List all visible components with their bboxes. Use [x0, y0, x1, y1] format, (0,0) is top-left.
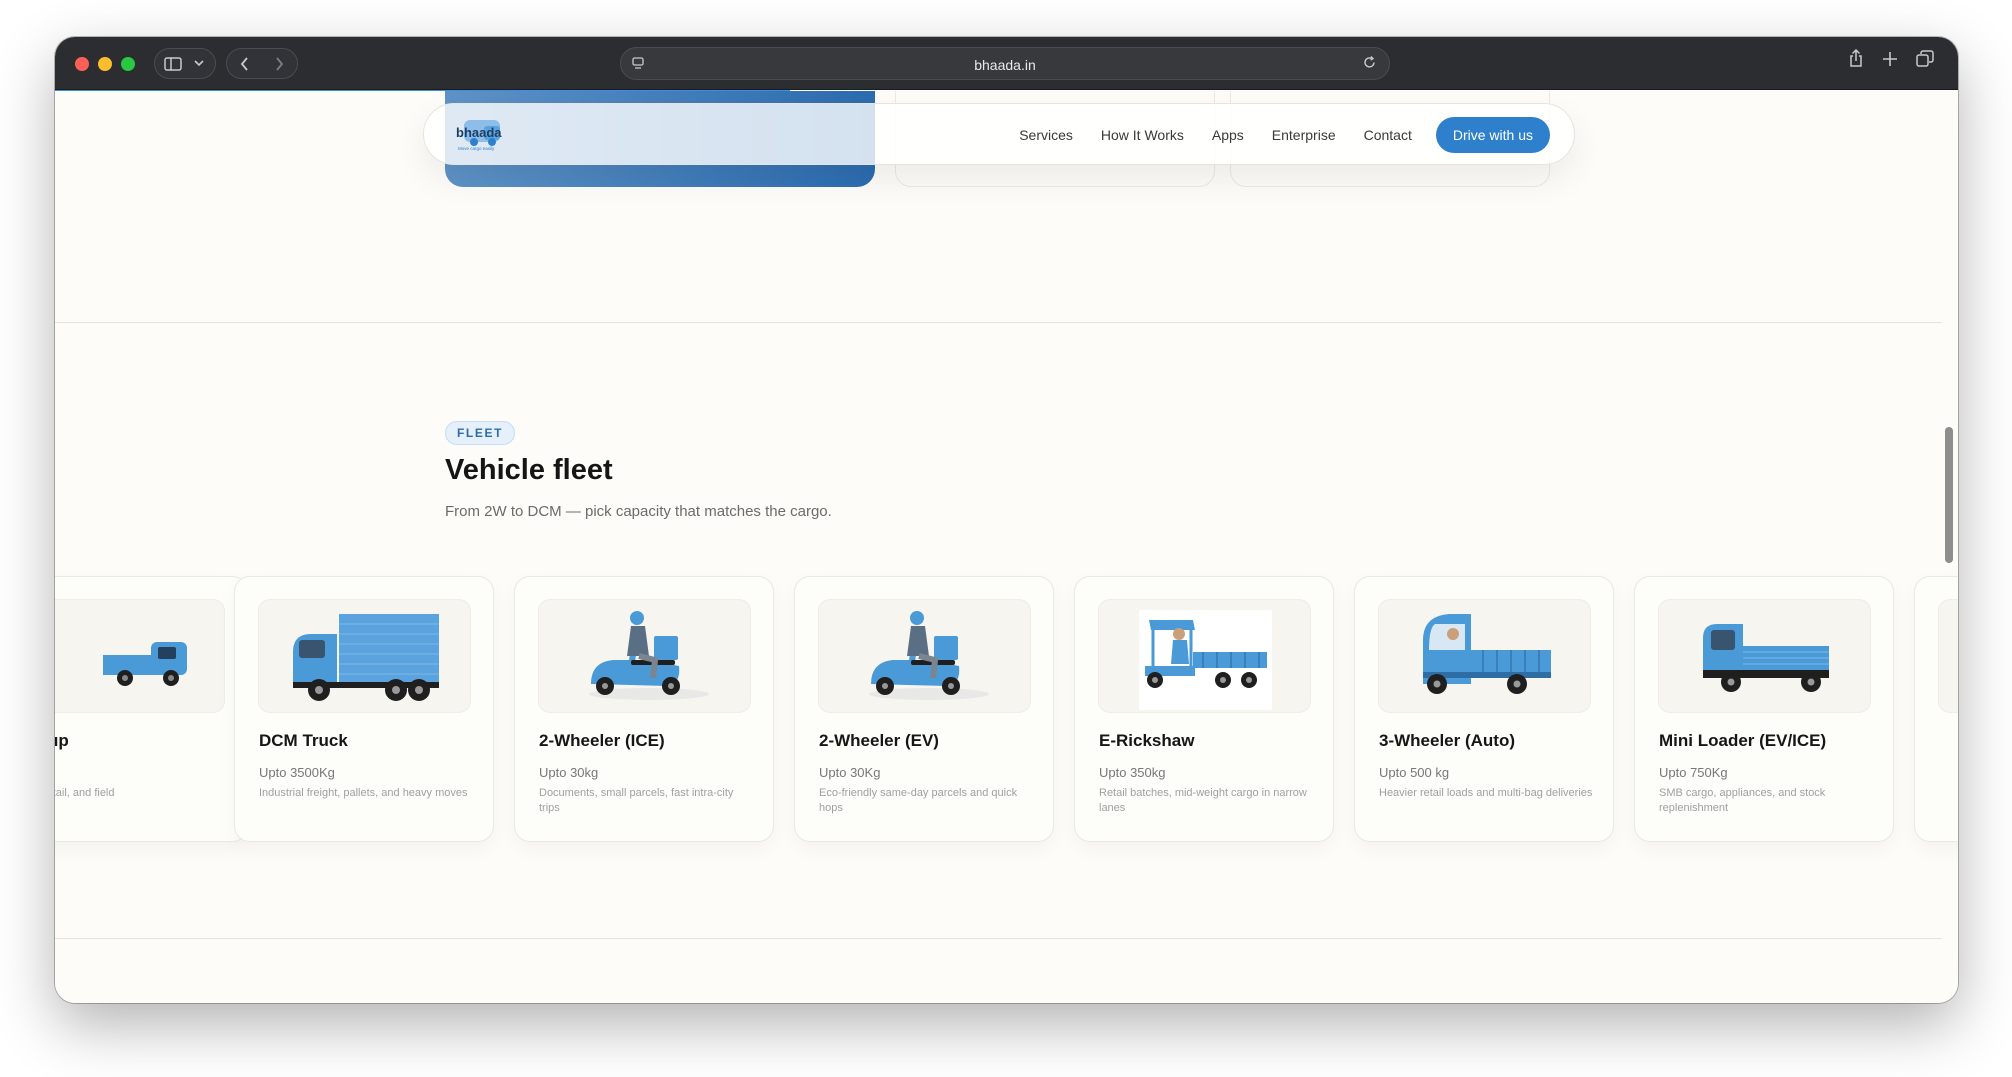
section-badge: FLEET [445, 421, 515, 445]
minimize-window-button[interactable] [98, 57, 112, 71]
nav-apps[interactable]: Apps [1212, 127, 1244, 143]
ev-scooter-icon [869, 611, 989, 700]
zoom-window-button[interactable] [121, 57, 135, 71]
title-bar: bhaada.in [55, 37, 1958, 90]
vehicle-image [1098, 599, 1311, 713]
section-divider [55, 322, 1942, 323]
bhaada-logo[interactable]: bhaada Move cargo easily [454, 118, 504, 152]
nav-services[interactable]: Services [1019, 127, 1073, 143]
vehicle-card-dcm-truck[interactable]: DCM Truck Upto 3500Kg Industrial freight… [234, 576, 494, 842]
back-icon[interactable] [240, 56, 249, 71]
page-viewport: bhaada Move cargo easily Services How It… [55, 91, 1958, 1003]
svg-text:Move cargo easily: Move cargo easily [458, 146, 495, 151]
e-rickshaw-icon [1139, 610, 1272, 710]
mini-loader-icon [1703, 624, 1829, 692]
vehicle-image [1378, 599, 1591, 713]
tab-overview-icon[interactable] [1916, 49, 1934, 68]
vehicle-capacity: Upto 30kg [539, 765, 599, 780]
vehicle-description: Bulky retail, and field [55, 787, 115, 799]
pickup-icon [103, 642, 187, 686]
vehicle-title: 2-Wheeler (EV) [819, 731, 939, 750]
sidebar-icon [164, 56, 182, 71]
truck-icon [293, 614, 439, 701]
sidebar-toggle-button[interactable] [154, 48, 216, 79]
vehicle-description: Documents, small parcels, fast intra-cit… [539, 787, 734, 814]
browser-window: bhaada.in bhaada Move cargo easily Servi… [55, 37, 1958, 1003]
vehicle-title: Mini Loader (EV/ICE) [1659, 731, 1827, 750]
vehicle-description: Heavier retail loads and multi-bag deliv… [1379, 787, 1593, 799]
vehicle-image [1938, 599, 1958, 713]
vehicle-capacity: Upto 750Kg [1659, 765, 1728, 780]
vehicle-capacity: Upto 500 kg [1379, 765, 1450, 780]
drive-with-us-button[interactable]: Drive with us [1435, 117, 1550, 153]
vehicle-title: Pickup [55, 731, 69, 750]
vehicle-description: Eco-friendly same-day parcels and quick … [819, 787, 1018, 814]
vehicle-capacity: Upto 350kg [1099, 765, 1166, 780]
toolbar-actions [1848, 49, 1934, 68]
vehicle-image [258, 599, 471, 713]
close-window-button[interactable] [75, 57, 89, 71]
vehicle-image [55, 599, 225, 713]
vehicle-image [818, 599, 1031, 713]
vehicle-title: E-Rickshaw [1099, 731, 1195, 750]
page-scrollbar[interactable] [1945, 427, 1953, 563]
vehicle-carousel[interactable]: Pickup Bulky retail, and field [55, 576, 1958, 846]
screen: bhaada.in bhaada Move cargo easily Servi… [0, 0, 2012, 1077]
vehicle-card-pickup[interactable]: Pickup Bulky retail, and field [55, 576, 248, 842]
vehicle-card-mini-loader[interactable]: Mini Loader (EV/ICE) Upto 750Kg SMB carg… [1634, 576, 1894, 842]
nav-enterprise[interactable]: Enterprise [1272, 127, 1336, 143]
reload-icon[interactable] [1362, 55, 1377, 75]
vehicle-description: Retail batches, mid-weight cargo in narr… [1099, 787, 1307, 814]
vehicle-capacity: Upto 30Kg [819, 765, 881, 780]
vehicle-card-3-wheeler-auto[interactable]: 3-Wheeler (Auto) Upto 500 kg Heavier ret… [1354, 576, 1614, 842]
chevron-down-icon[interactable] [194, 60, 204, 67]
section-divider [55, 938, 1942, 939]
vehicle-card-2-wheeler-ev[interactable]: 2-Wheeler (EV) Upto 30Kg Eco-friendly sa… [794, 576, 1054, 842]
nav-how-it-works[interactable]: How It Works [1101, 127, 1184, 143]
vehicle-description: SMB cargo, appliances, and stock repleni… [1659, 787, 1826, 814]
vehicle-image [538, 599, 751, 713]
site-header: bhaada Move cargo easily Services How It… [423, 103, 1575, 165]
section-subtitle: From 2W to DCM — pick capacity that matc… [445, 503, 832, 520]
vehicle-description: Industrial freight, pallets, and heavy m… [259, 787, 468, 799]
forward-icon[interactable] [275, 56, 284, 71]
vehicle-title: 3-Wheeler (Auto) [1379, 731, 1515, 750]
nav-contact[interactable]: Contact [1364, 127, 1412, 143]
main-nav: Services How It Works Apps Enterprise Co… [1019, 117, 1550, 153]
address-bar[interactable]: bhaada.in [620, 47, 1390, 80]
vehicle-card-e-rickshaw[interactable]: E-Rickshaw Upto 350kg Retail batches, mi… [1074, 576, 1334, 842]
share-icon[interactable] [1848, 49, 1864, 68]
section-title: Vehicle fleet [445, 454, 613, 486]
vehicle-title: 2-Wheeler (ICE) [539, 731, 665, 750]
svg-text:bhaada: bhaada [456, 125, 502, 140]
vehicle-card-2-wheeler-ice[interactable]: 2-Wheeler (ICE) Upto 30kg Documents, sma… [514, 576, 774, 842]
url-text: bhaada.in [974, 57, 1036, 73]
vehicle-title: DCM Truck [259, 731, 348, 750]
vehicle-image [1658, 599, 1871, 713]
vehicle-capacity: Upto 3500Kg [259, 765, 335, 780]
scooter-icon [589, 611, 709, 700]
history-navigation [226, 48, 298, 79]
new-tab-icon[interactable] [1882, 49, 1898, 68]
vehicle-card-next[interactable] [1914, 576, 1958, 842]
auto-loader-icon [1423, 614, 1551, 694]
